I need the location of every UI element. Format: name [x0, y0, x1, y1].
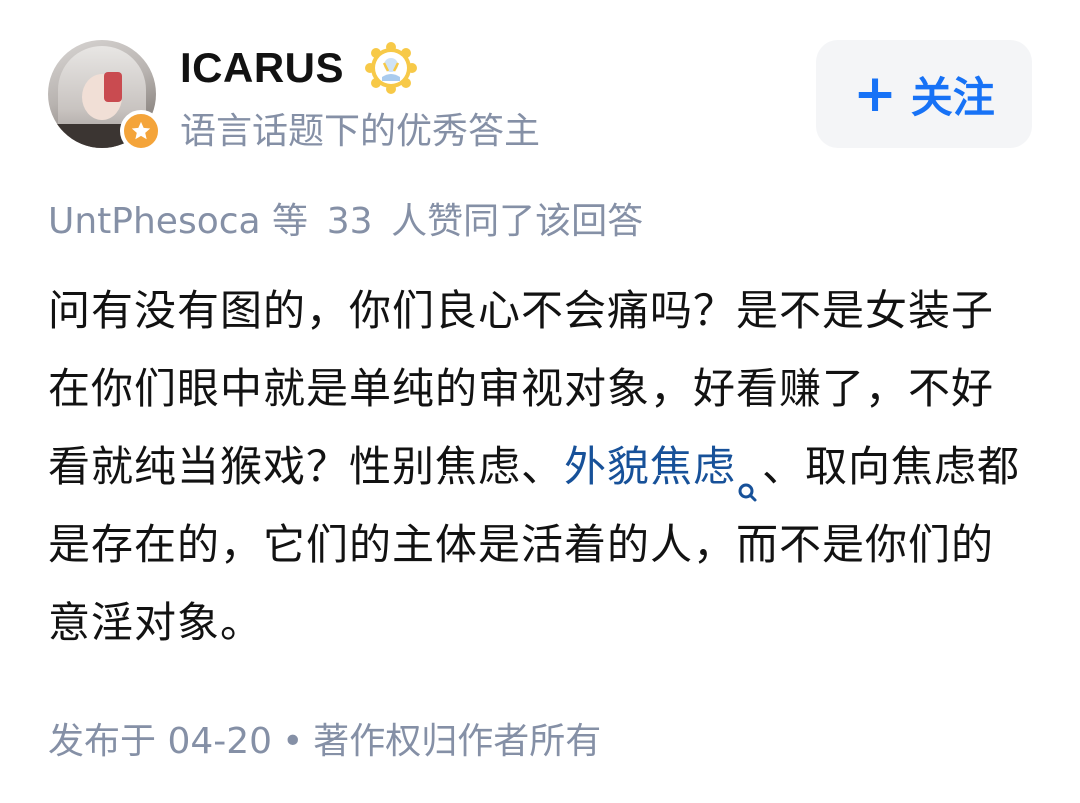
sun-medal-icon[interactable]	[364, 41, 418, 95]
answer-content: 问有没有图的，你们良心不会痛吗？是不是女装子在你们眼中就是单纯的审视对象，好看赚…	[48, 272, 1032, 662]
follow-button[interactable]: + 关注	[816, 40, 1032, 148]
search-icon[interactable]	[736, 455, 760, 501]
answer-meta: 发布于 04-20 • 著作权归作者所有	[48, 712, 601, 764]
follow-label: 关注	[910, 72, 995, 122]
voter-prefix: 等	[272, 201, 309, 242]
voter-name: UntPhesoca	[48, 201, 261, 242]
voter-count: 33	[326, 201, 373, 242]
answer-card: ICARUS 语言话题下的优秀答主 + 关注 UntPhesoca 等 33 人…	[0, 0, 1080, 803]
plus-icon: +	[853, 64, 897, 124]
meta-separator: •	[282, 721, 304, 762]
copyright-note: 著作权归作者所有	[313, 721, 602, 762]
voters-line[interactable]: UntPhesoca 等 33 人赞同了该回答	[48, 192, 643, 244]
author-description: 语言话题下的优秀答主	[180, 111, 541, 152]
author-info: ICARUS 语言话题下的优秀答主 + 关注	[48, 40, 1032, 152]
star-badge-icon	[120, 110, 162, 152]
topic-link[interactable]: 外貌焦虑	[564, 442, 736, 491]
publish-date: 发布于 04-20	[48, 721, 273, 762]
author-name[interactable]: ICARUS	[180, 44, 344, 92]
voter-suffix: 人赞同了该回答	[391, 201, 644, 242]
